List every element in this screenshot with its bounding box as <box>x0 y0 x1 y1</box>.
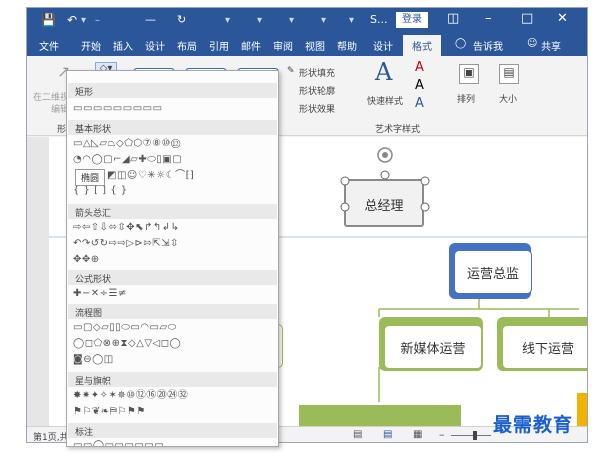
bottom-banner <box>299 405 461 427</box>
tab-home[interactable]: 开始 <box>81 38 101 53</box>
title-bar: 💾 ↶ ▾ – — ↻ ▾ ▾ ▾ ▾ ▾ S... 登录 ◫ – □ ✕ <box>27 8 587 33</box>
read-mode-icon[interactable]: ▤ <box>353 429 362 440</box>
toolbar-dropdown-icon-3[interactable]: ▾ <box>321 15 326 26</box>
equation-shapes[interactable]: ✚−✕÷☰≠ <box>73 287 127 300</box>
arrow-shapes-row-3[interactable]: ✥✥⊕ <box>73 253 100 266</box>
minimize-icon[interactable]: – <box>485 11 492 26</box>
login-button[interactable]: 登录 <box>396 12 428 28</box>
category-basic-shapes: 基本形状 <box>68 120 277 135</box>
shape-gallery: 矩形 ▭▭▭▭▭▭▭▭▭ 基本形状 ▭△◺▱⏢◇⬠⬡⑦⑧⑩⑫ ◔◠◯▢⌐◢▱✚⬭… <box>66 70 279 447</box>
watermark: 最需教育 <box>493 414 574 436</box>
star-shapes-row-1[interactable]: ✸✷✦✧✶✵⑩⑫⑯⑳㉔㉜ <box>73 389 188 402</box>
node-offline-box: 线下运营 <box>502 325 587 369</box>
text-outline-icon[interactable]: A <box>415 78 424 93</box>
document-title: S... <box>370 13 388 26</box>
category-equation-shapes: 公式形状 <box>68 270 277 285</box>
maximize-icon[interactable]: □ <box>521 11 533 26</box>
tab-format[interactable]: 格式 <box>403 35 441 56</box>
separator-icon: – <box>95 15 100 26</box>
zoom-out-icon[interactable]: – <box>439 428 445 441</box>
tab-mailings[interactable]: 邮件 <box>241 38 261 53</box>
tab-file[interactable]: 文件 <box>39 38 59 53</box>
rectangle-shapes[interactable]: ▭▭▭▭▭▭▭▭▭ <box>73 102 163 115</box>
zoom-slider[interactable] <box>451 435 491 436</box>
toolbar-dropdown-icon-4[interactable]: ▾ <box>349 15 354 26</box>
basic-shapes-row-3[interactable]: ◩◫☺♡✳☼☾⌒⁅⁆ <box>107 169 194 182</box>
size-button[interactable]: 大小 <box>499 92 517 105</box>
customize-toolbar-icon[interactable]: ▾ <box>225 15 230 26</box>
paint-bucket-icon: ✎ <box>287 66 295 76</box>
category-stars-banners: 星与旗帜 <box>68 372 277 387</box>
category-arrows: 箭头总汇 <box>68 204 277 219</box>
tab-layout[interactable]: 布局 <box>177 38 197 53</box>
ribbon-display-icon[interactable]: ◫ <box>447 11 459 26</box>
toolbar-dropdown-icon-2[interactable]: ▾ <box>289 15 294 26</box>
arrange-button[interactable]: 排列 <box>457 92 475 105</box>
zoom-slider-thumb[interactable] <box>473 431 477 440</box>
wordart-group-label: 艺术字样式 <box>375 125 421 135</box>
shape-fill-button[interactable]: 形状填充 <box>299 66 335 79</box>
category-callouts: 标注 <box>68 423 277 438</box>
node-ops-director[interactable]: 运营总监 <box>449 243 532 299</box>
share-button[interactable]: 共享 <box>541 38 561 53</box>
web-layout-icon[interactable]: ▦ <box>413 429 422 440</box>
shape-tooltip: 椭圆 <box>75 169 106 186</box>
size-icon: ▤ <box>499 64 519 84</box>
bottom-banner-accent <box>577 393 587 427</box>
ribbon-tabs: 文件 开始 插入 设计 布局 引用 邮件 审阅 视图 帮助 设计 格式 ◯ 告诉… <box>27 33 587 56</box>
tab-view[interactable]: 视图 <box>305 38 325 53</box>
selection-handles[interactable] <box>333 145 433 225</box>
flowchart-shapes-row-2[interactable]: ◯◻⬠⊗⊕⧗◇△▽◁◻◯ <box>73 337 181 350</box>
node-new-media-box: 新媒体运营 <box>384 325 482 369</box>
shape-effects-button[interactable]: 形状效果 <box>299 102 335 115</box>
person-icon[interactable]: ☺ <box>527 38 537 49</box>
save-icon[interactable]: 💾 <box>41 12 56 28</box>
node-new-media[interactable]: 新媒体运营 <box>379 317 483 371</box>
tab-insert[interactable]: 插入 <box>113 38 133 53</box>
node-offline[interactable]: 线下运营 <box>497 317 587 371</box>
redo-icon[interactable]: ↻ <box>177 12 186 28</box>
tab-design[interactable]: 设计 <box>145 38 165 53</box>
category-flowchart: 流程图 <box>68 304 277 319</box>
lightbulb-icon[interactable]: ◯ <box>455 38 466 49</box>
tab-smartart-design[interactable]: 设计 <box>373 38 393 53</box>
star-shapes-row-2[interactable]: ⚑⚐❦❧⛿⚐⚑⚑ <box>73 405 146 418</box>
print-layout-icon[interactable]: ▤ <box>383 429 392 440</box>
tab-help[interactable]: 帮助 <box>337 38 357 53</box>
basic-shapes-row-1[interactable]: ▭△◺▱⏢◇⬠⬡⑦⑧⑩⑫ <box>73 137 181 150</box>
tab-review[interactable]: 审阅 <box>273 38 293 53</box>
node-offline-label: 线下运营 <box>521 342 574 357</box>
basic-shapes-row-2[interactable]: ◔◠◯▢⌐◢▱✚⬭▯▣▢ <box>73 153 182 166</box>
undo-dropdown-icon[interactable]: ▾ <box>81 15 86 26</box>
close-icon[interactable]: ✕ <box>557 11 568 26</box>
node-new-media-label: 新媒体运营 <box>400 342 466 357</box>
wordart-style-icon: A <box>375 58 393 86</box>
node-ops-director-label: 运营总监 <box>466 267 519 282</box>
arrow-shapes-row-1[interactable]: ⇨⇦⇧⇩⬄⇳✥⬉↱↰↲↳ <box>73 221 180 234</box>
quick-access-icon[interactable]: — <box>145 12 156 28</box>
text-fill-icon[interactable]: A <box>415 60 424 75</box>
text-effects-icon[interactable]: A <box>415 96 424 111</box>
toolbar-dropdown-icon[interactable]: ▾ <box>257 15 262 26</box>
node-ops-director-box: 运营总监 <box>454 250 532 294</box>
arrow-shapes-row-2[interactable]: ↶↷↺↻⇨⇨▷⊳⇰⇱⇲⇳ <box>73 237 179 250</box>
undo-icon[interactable]: ↶ <box>67 12 77 28</box>
shape-outline-button[interactable]: 形状轮廓 <box>299 84 335 97</box>
category-rectangles: 矩形 <box>68 83 277 98</box>
quick-styles-button[interactable]: 快速样式 <box>367 94 403 107</box>
tab-references[interactable]: 引用 <box>209 38 229 53</box>
flowchart-shapes-row-1[interactable]: ▭▢◇▱▯▯⬭▭◠▭▱⬭ <box>73 321 177 334</box>
tell-me-search[interactable]: 告诉我 <box>473 38 503 53</box>
flowchart-shapes-row-3[interactable]: ◙⊖◯◫ <box>73 353 114 366</box>
callout-shapes[interactable]: ▭▭◯▭▭▭▭▭▭ <box>73 439 164 446</box>
arrange-icon: ▣ <box>459 64 479 84</box>
